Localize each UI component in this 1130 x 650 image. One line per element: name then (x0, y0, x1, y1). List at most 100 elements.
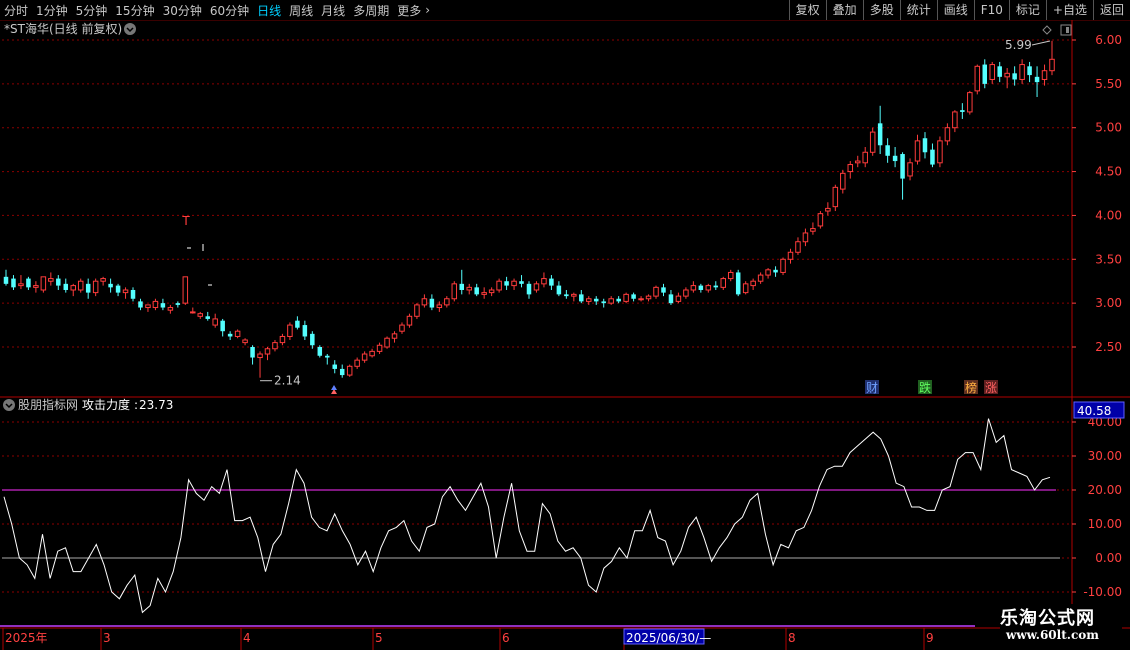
candle-body (391, 333, 398, 339)
tab-9[interactable]: 多周期 (349, 2, 393, 19)
indicator-dropdown-icon[interactable] (3, 399, 15, 411)
main-tick-label: 6.00 (1095, 33, 1122, 47)
candle-body (549, 278, 554, 286)
candle-body (1034, 76, 1040, 83)
candle-body (138, 301, 143, 308)
tool-button-1[interactable]: 叠加 (825, 0, 863, 20)
candle-body (1004, 72, 1010, 78)
candle-body (167, 307, 174, 311)
tab-0[interactable]: 分时 (0, 2, 32, 19)
candle-body (564, 294, 569, 297)
tab-5[interactable]: 60分钟 (206, 2, 253, 19)
candle-body (488, 289, 495, 294)
diamond-icon[interactable] (1042, 25, 1052, 35)
tab-1[interactable]: 1分钟 (32, 2, 72, 19)
candle-body (608, 298, 614, 304)
tab-7[interactable]: 周线 (285, 2, 317, 19)
candle-body (70, 285, 76, 291)
tool-button-6[interactable]: 标记 (1008, 0, 1046, 20)
candle-body (182, 276, 189, 304)
candle-body (593, 298, 599, 302)
min-price-label: 2.14 (274, 374, 301, 388)
candle-body (504, 281, 509, 286)
candle-body (466, 286, 472, 291)
candle-body (802, 232, 809, 243)
candle-body (429, 298, 435, 308)
candle-body (780, 258, 786, 273)
watermark-line2: www.60lt.com (1006, 628, 1099, 642)
period-tabs: 分时 1分钟 5分钟 15分钟 30分钟 60分钟 日线 周线 月线 多周期 更多 › (0, 0, 430, 20)
candle-body (705, 285, 712, 291)
candle-body (399, 324, 405, 332)
current-value-label: 40.58 (1077, 404, 1111, 418)
candle-body (257, 353, 263, 359)
indicator-tick-label: 10.00 (1088, 517, 1122, 531)
event-marker-2: 榜 (965, 380, 977, 395)
candle-body (220, 320, 225, 332)
candle-body (421, 298, 428, 306)
candle-body (735, 272, 741, 295)
tool-button-8[interactable]: 返回 (1092, 0, 1130, 20)
candle-body (444, 298, 450, 306)
candle-body (773, 269, 778, 273)
candle-body (325, 355, 330, 358)
candle-body (668, 294, 674, 304)
candle-body (817, 213, 824, 227)
dropdown-icon[interactable] (124, 23, 136, 35)
candle-body (406, 315, 413, 326)
time-label-3: 5 (375, 631, 383, 645)
candle-body (900, 154, 905, 179)
tool-button-2[interactable]: 多股 (862, 0, 900, 20)
main-tick-label: 5.50 (1095, 77, 1122, 91)
indicator-source: 股朋指标网 (18, 397, 78, 412)
tab-3[interactable]: 15分钟 (111, 2, 158, 19)
candle-body (346, 365, 353, 376)
candle-body (757, 274, 764, 282)
candle-body (930, 149, 935, 165)
main-title: *ST海华(日线 前复权) (4, 21, 122, 36)
candle-body (190, 311, 196, 314)
candle-body (250, 347, 255, 358)
candle-body (892, 155, 898, 162)
chart-canvas[interactable]: *ST海华(日线 前复权) 5.99 2.14 T 财 跌 榜涨 2.50 3.00 3.50… (0, 20, 1130, 650)
candle-body (40, 276, 47, 291)
candle-body (847, 164, 854, 173)
candle-body (982, 64, 988, 84)
indicator-line (3, 418, 1051, 614)
candle-body (750, 280, 756, 287)
tab-10[interactable]: 更多 (393, 2, 425, 19)
candle-body (653, 286, 659, 297)
candle-body (571, 293, 577, 297)
tool-button-4[interactable]: 画线 (936, 0, 974, 20)
candle-body (1019, 64, 1025, 80)
tool-button-0[interactable]: 复权 (788, 0, 826, 20)
indicator-tick-label: -10.00 (1083, 585, 1122, 599)
tab-8[interactable]: 月线 (317, 2, 349, 19)
candle-body (885, 145, 890, 156)
candle-body (765, 269, 771, 276)
candle-body (526, 283, 532, 295)
candle-body (369, 350, 375, 357)
tool-button-3[interactable]: 统计 (899, 0, 937, 20)
main-tick-label: 3.50 (1095, 252, 1122, 266)
tab-6[interactable]: 日线 (253, 2, 285, 19)
candle-body (877, 123, 883, 146)
tab-4[interactable]: 30分钟 (159, 2, 206, 19)
candle-body (152, 300, 159, 309)
candle-body (332, 364, 337, 369)
candle-body (974, 65, 981, 92)
candle-body (869, 131, 876, 153)
candle-body (175, 303, 181, 305)
main-tick-label: 2.50 (1095, 340, 1122, 354)
triangle-marker (331, 385, 337, 390)
candle-body (690, 285, 697, 291)
candle-body (459, 283, 465, 290)
candle-body (384, 337, 390, 348)
more-chevron-icon[interactable]: › (425, 3, 430, 17)
candle-body (840, 172, 846, 190)
tool-button-7[interactable]: +自选 (1045, 0, 1093, 20)
tab-2[interactable]: 5分钟 (72, 2, 112, 19)
tool-buttons: 复权 叠加 多股 统计 画线 F10 标记 +自选 返回 (788, 0, 1130, 20)
tool-button-5[interactable]: F10 (973, 0, 1009, 20)
candle-body (601, 301, 606, 304)
